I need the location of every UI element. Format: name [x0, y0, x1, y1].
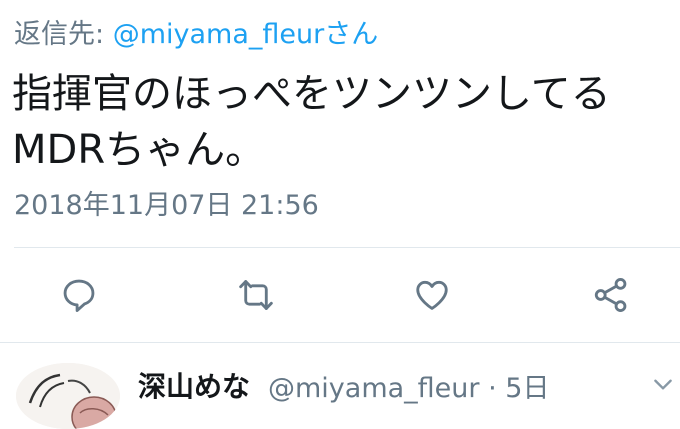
next-tweet-handle[interactable]: @miyama_fleur — [268, 373, 480, 404]
reply-button[interactable] — [56, 272, 102, 318]
next-tweet-meta: @miyama_fleur · 5日 — [268, 366, 549, 405]
retweet-button[interactable] — [233, 272, 279, 318]
next-tweet[interactable]: 深山めな @miyama_fleur · 5日 — [0, 343, 680, 429]
tweet-timestamp[interactable]: 2018年11月07日 21:56 — [14, 183, 319, 222]
tweet-actions — [0, 272, 680, 318]
reply-prefix: 返信先: — [14, 19, 105, 50]
next-tweet-author-name[interactable]: 深山めな — [138, 365, 250, 405]
chevron-down-icon[interactable] — [650, 371, 676, 397]
reply-handle-link[interactable]: @miyama_fleurさん — [113, 19, 379, 50]
reply-to-line: 返信先: @miyama_fleurさん — [14, 12, 378, 51]
tweet-text-line-1: 指揮官のほっぺをツンツンしてる — [12, 71, 611, 117]
share-button[interactable] — [588, 272, 634, 318]
reply-icon — [63, 279, 95, 312]
tweet-text: 指揮官のほっぺをツンツンしてる MDRちゃん。 — [12, 66, 672, 178]
like-icon — [416, 280, 448, 310]
next-tweet-age[interactable]: 5日 — [505, 373, 549, 404]
tweet-text-line-2: MDRちゃん。 — [12, 127, 266, 173]
meta-separator: · — [488, 373, 497, 404]
avatar-image — [16, 363, 120, 429]
avatar[interactable] — [16, 363, 120, 429]
retweet-icon — [239, 280, 273, 310]
like-button[interactable] — [409, 272, 455, 318]
divider-top — [14, 247, 680, 248]
share-icon — [594, 278, 627, 312]
